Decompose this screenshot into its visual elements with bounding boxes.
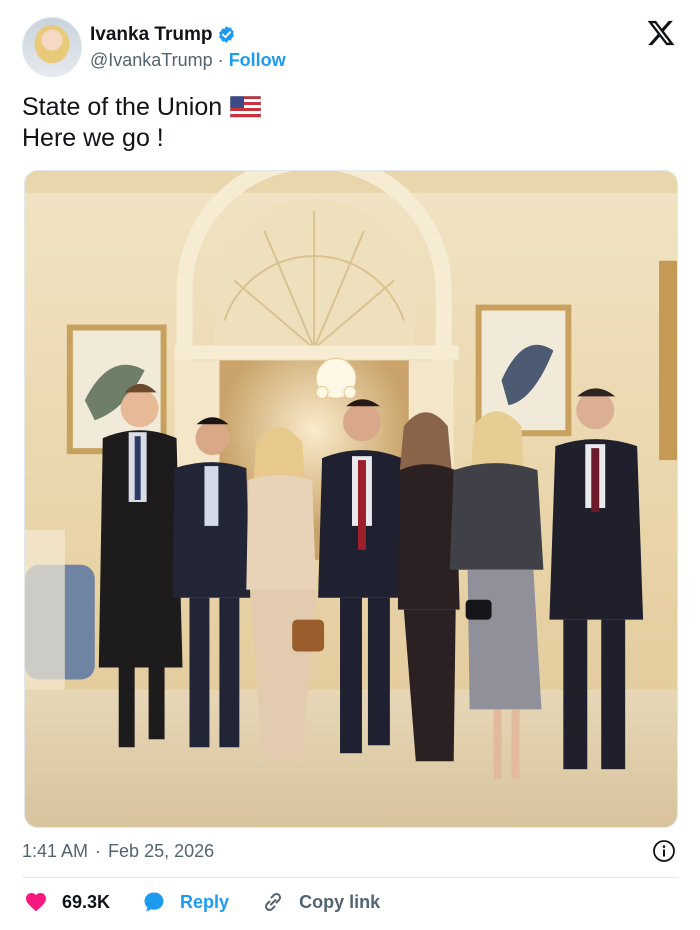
copy-link-button[interactable]: Copy link <box>261 890 380 914</box>
author-info: Ivanka Trump @IvankaTrump · Follow <box>90 23 286 72</box>
reply-label: Reply <box>180 891 230 912</box>
info-icon[interactable] <box>652 839 676 863</box>
tweet-text: State of the Union Here we go ! <box>22 92 262 154</box>
tweet-line-2: Here we go ! <box>22 124 164 152</box>
tweet-line-1: State of the Union <box>22 92 262 123</box>
action-bar: 69.3K Reply Copy link <box>24 888 412 916</box>
like-button[interactable]: 69.3K <box>24 890 110 914</box>
tweet-time[interactable]: 1:41 AM <box>22 841 88 862</box>
reply-button[interactable]: Reply <box>142 890 229 914</box>
author-name[interactable]: Ivanka Trump <box>90 23 213 47</box>
x-logo-icon[interactable] <box>646 18 676 48</box>
author-name-row: Ivanka Trump <box>90 23 286 47</box>
copy-link-label: Copy link <box>299 891 381 912</box>
timestamp-separator: · <box>95 840 102 861</box>
verified-badge-icon <box>218 26 234 43</box>
tweet-card: Ivanka Trump @IvankaTrump · Follow State… <box>0 0 700 930</box>
group-photo-image <box>25 171 677 827</box>
us-flag-icon <box>230 96 262 118</box>
author-handle[interactable]: @IvankaTrump <box>90 50 213 70</box>
link-icon <box>265 892 282 912</box>
like-count: 69.3K <box>62 891 111 912</box>
reply-bubble-icon <box>144 892 164 912</box>
handle-row: @IvankaTrump · Follow <box>90 48 286 72</box>
divider <box>22 877 678 878</box>
tweet-line-1-text: State of the Union <box>22 93 223 121</box>
tweet-date[interactable]: Feb 25, 2026 <box>108 841 214 862</box>
tweet-timestamp: 1:41 AM · Feb 25, 2026 <box>22 838 678 864</box>
tweet-photo[interactable] <box>24 170 678 828</box>
follow-button[interactable]: Follow <box>229 50 286 70</box>
avatar[interactable] <box>22 17 82 77</box>
handle-separator: · <box>217 49 224 70</box>
tweet-header: Ivanka Trump @IvankaTrump · Follow <box>22 16 680 78</box>
heart-icon <box>26 893 46 912</box>
